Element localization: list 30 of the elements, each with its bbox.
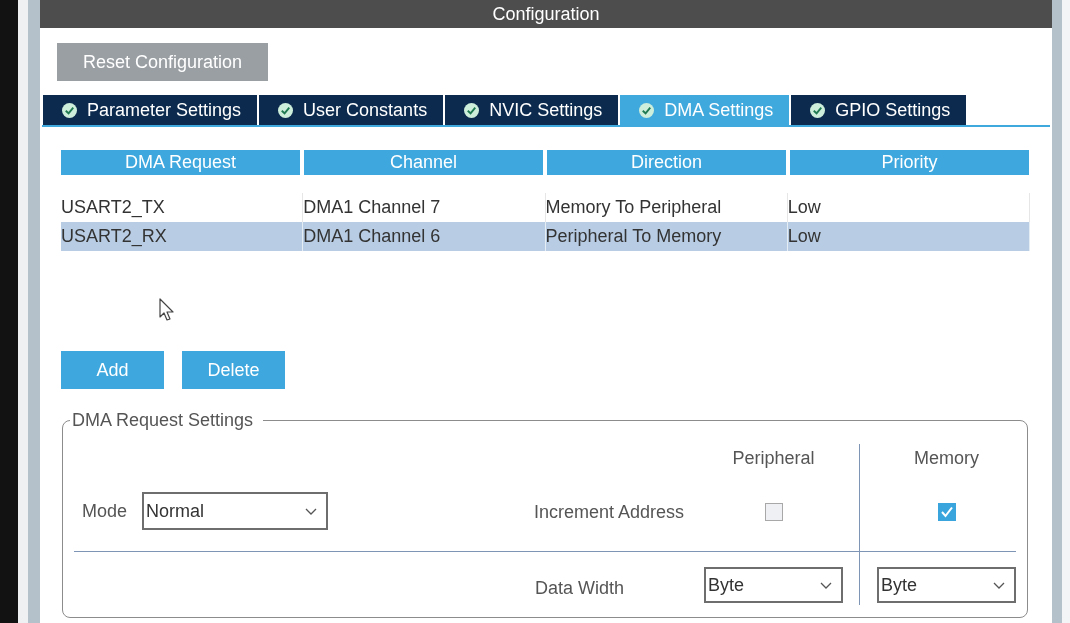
tab[interactable]: User Constants	[259, 95, 444, 125]
mode-dropdown[interactable]: Normal	[142, 492, 329, 530]
check-circle-icon	[62, 102, 77, 118]
table-cell: DMA1 Channel 6	[303, 222, 546, 251]
check-circle-icon	[810, 102, 826, 118]
table-cell: Low	[787, 222, 1030, 251]
check-circle-icon	[464, 102, 480, 118]
tab[interactable]: GPIO Settings	[791, 95, 967, 125]
tab[interactable]: NVIC Settings	[445, 95, 619, 125]
checkbox[interactable]	[764, 503, 783, 521]
chevron-down-icon	[305, 507, 318, 515]
increment-address-label: Increment Address	[534, 502, 685, 522]
check-circle-icon	[278, 102, 294, 118]
check-circle-icon	[639, 102, 655, 118]
data-width-label: Data Width	[534, 578, 625, 598]
table-cell: USART2_RX	[61, 222, 304, 251]
tab[interactable]: Parameter Settings	[43, 95, 258, 125]
table-row[interactable]: USART2_TX DMA1 Channel 7 Memory To Peripheral Low	[61, 193, 1030, 222]
column-header: Memory	[914, 447, 979, 469]
panel-title: Configuration	[492, 3, 600, 25]
table-row[interactable]: USART2_RX DMA1 Channel 6 Peripheral To Memory Low	[61, 222, 1030, 251]
chevron-down-icon	[820, 581, 832, 589]
mouse-pointer-icon	[159, 298, 175, 321]
column-header: Peripheral	[732, 447, 815, 469]
peripheral-data-width-dropdown[interactable]: Byte	[704, 567, 843, 603]
memory-data-width-dropdown[interactable]: Byte	[877, 567, 1016, 603]
checkbox[interactable]	[937, 503, 956, 521]
table-cell: Peripheral To Memory	[545, 222, 788, 251]
mode-label: Mode	[82, 500, 128, 523]
chevron-down-icon	[993, 581, 1005, 589]
